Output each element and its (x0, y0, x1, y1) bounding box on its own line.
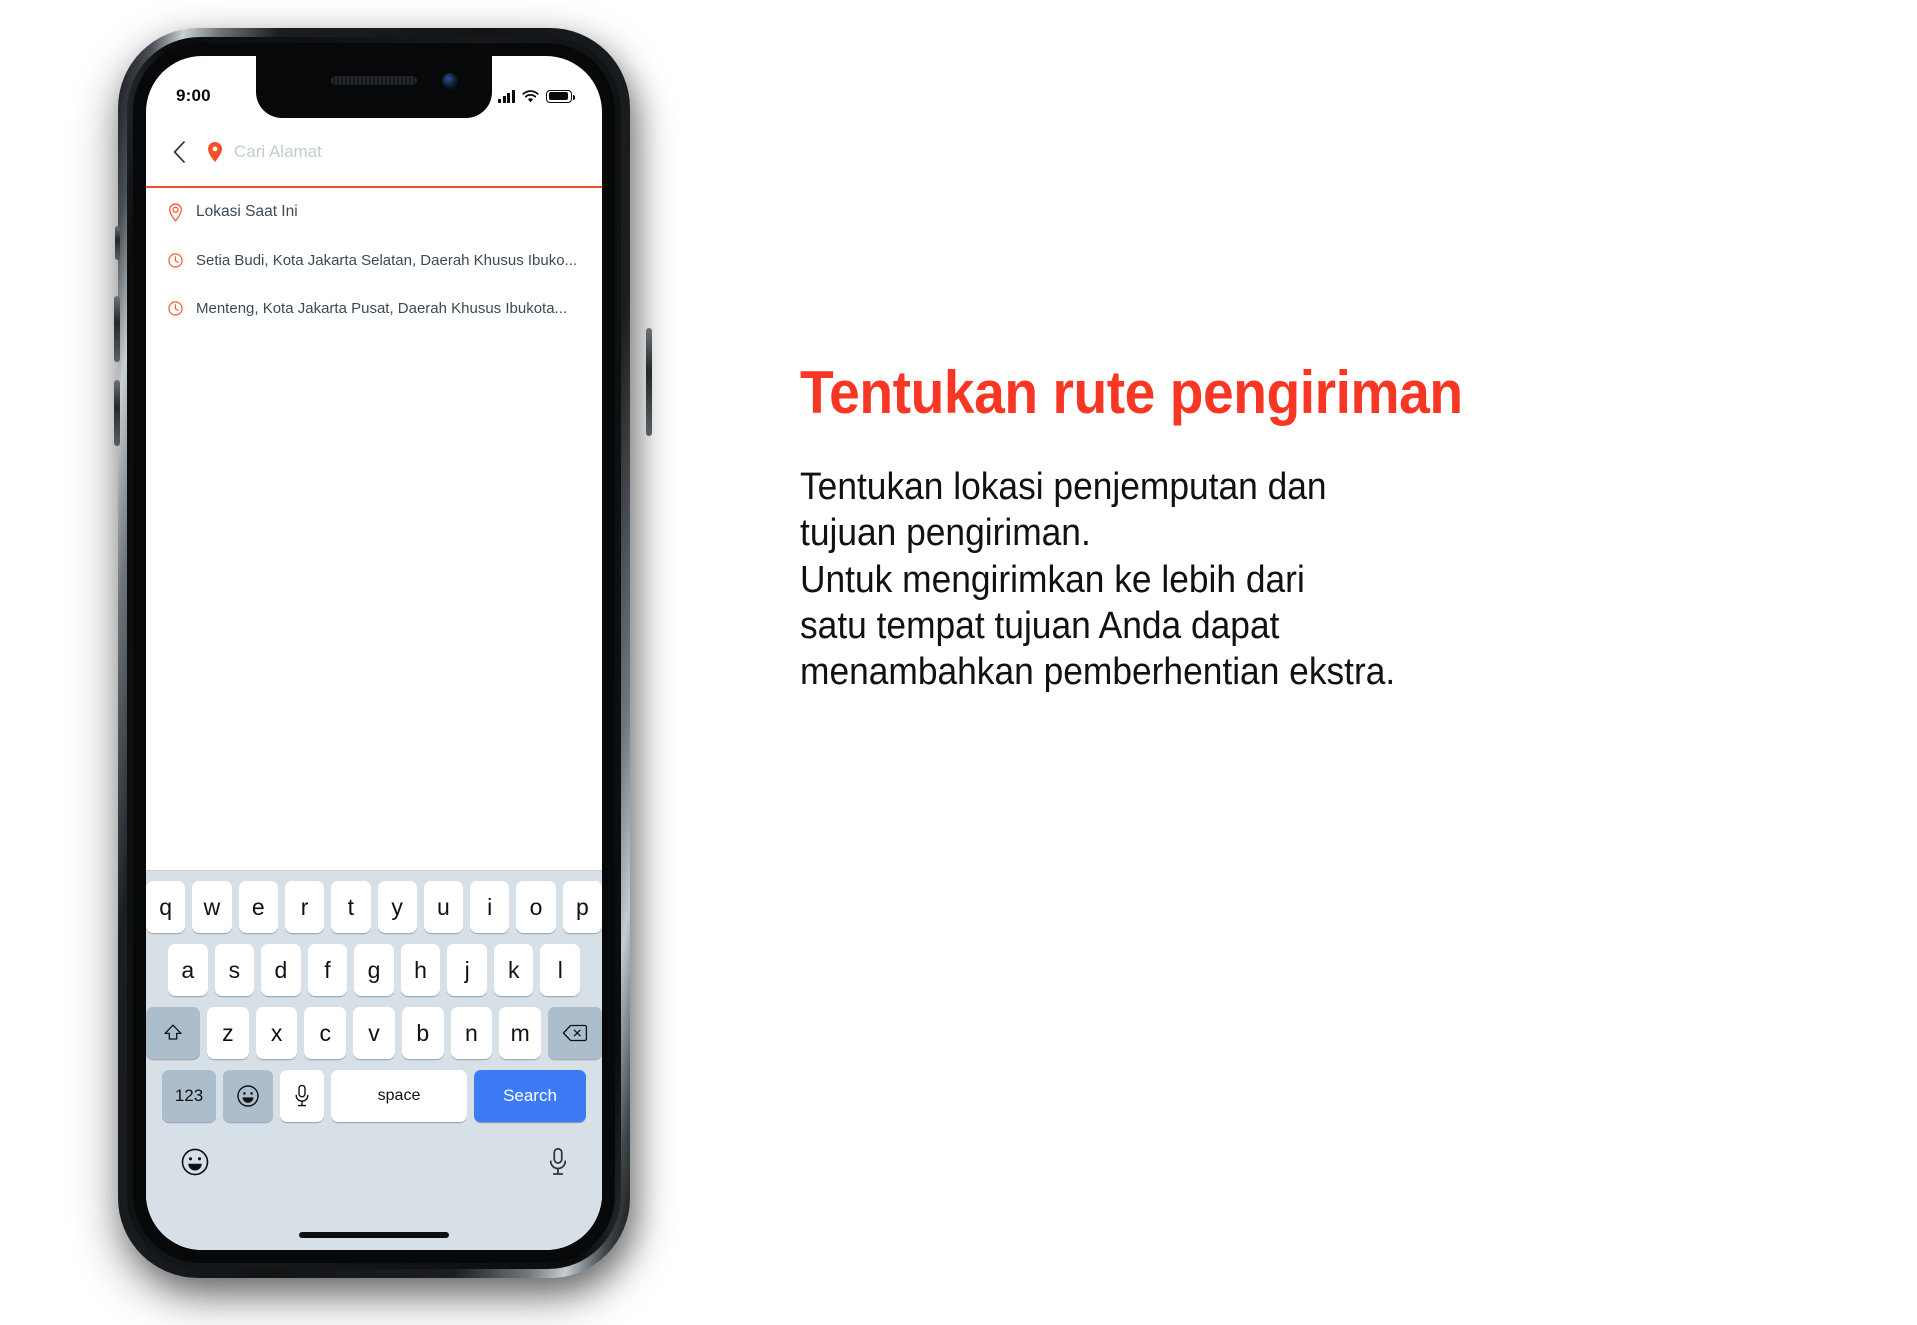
slide-canvas: 9:00 Cari Alamat Lokasi Saat Ini Setia B… (0, 0, 1917, 1325)
emoji-smiley-icon[interactable] (223, 1070, 273, 1122)
suggestion-history-2[interactable]: Menteng, Kota Jakarta Pusat, Daerah Khus… (146, 284, 602, 332)
key-v[interactable]: v (353, 1007, 395, 1059)
search-key[interactable]: Search (474, 1070, 586, 1122)
location-pin-outline-icon (166, 202, 184, 222)
key-x[interactable]: x (255, 1007, 298, 1059)
key-u[interactable]: u (423, 881, 464, 933)
space-key[interactable]: space (331, 1070, 467, 1122)
power-button[interactable] (646, 328, 652, 436)
key-l[interactable]: l (540, 944, 581, 996)
description-line: menambahkan pemberhentian ekstra. (800, 651, 1396, 694)
key-a[interactable]: a (167, 944, 208, 996)
suggestion-label: Lokasi Saat Ini (196, 203, 298, 220)
key-t[interactable]: t (331, 881, 371, 933)
microphone-icon[interactable] (280, 1070, 324, 1122)
keyboard-row-1: q w e r t y u i o p (146, 881, 602, 933)
search-input[interactable] (234, 142, 584, 162)
key-b[interactable]: b (401, 1007, 444, 1059)
back-chevron-icon[interactable] (164, 137, 194, 167)
key-s[interactable]: s (214, 944, 255, 996)
key-y[interactable]: y (377, 881, 417, 933)
map-pin-icon (208, 142, 222, 162)
emoji-smiley-icon[interactable] (180, 1147, 210, 1182)
status-icons (498, 72, 576, 103)
backspace-delete-icon[interactable] (548, 1007, 602, 1059)
display-notch (256, 56, 492, 118)
key-f[interactable]: f (307, 944, 348, 996)
key-e[interactable]: e (238, 881, 278, 933)
shift-arrow-icon[interactable] (146, 1007, 200, 1059)
keyboard-row-4: 123 space Search (146, 1070, 602, 1122)
mute-switch[interactable] (115, 226, 120, 260)
microphone-icon[interactable] (548, 1147, 568, 1182)
key-p[interactable]: p (562, 881, 602, 933)
description-panel: Tentukan rute pengiriman Tentukan lokasi… (800, 360, 1890, 696)
page-title: Tentukan rute pengiriman (800, 359, 1463, 426)
description-line: Tentukan lokasi penjemputan dan (800, 466, 1327, 508)
numbers-key[interactable]: 123 (162, 1070, 216, 1122)
search-header (146, 118, 602, 186)
home-indicator[interactable] (299, 1232, 449, 1238)
suggestion-label: Setia Budi, Kota Jakarta Selatan, Daerah… (196, 251, 578, 269)
cellular-signal-icon (498, 89, 515, 103)
key-o[interactable]: o (516, 881, 556, 933)
key-q[interactable]: q (146, 881, 186, 933)
phone-screen: 9:00 Cari Alamat Lokasi Saat Ini Setia B… (146, 56, 602, 1250)
suggestion-current-location[interactable]: Lokasi Saat Ini (146, 188, 602, 236)
key-n[interactable]: n (450, 1007, 493, 1059)
onscreen-keyboard: q w e r t y u i o p a s d f g h j k l z … (146, 870, 602, 1250)
battery-full-icon (546, 89, 576, 103)
key-r[interactable]: r (284, 881, 325, 933)
key-w[interactable]: w (192, 881, 232, 933)
history-clock-icon (166, 251, 184, 269)
description-text: Tentukan lokasi penjemputan dan tujuan p… (800, 464, 1814, 696)
key-d[interactable]: d (261, 944, 301, 996)
keyboard-row-2: a s d f g h j k l (146, 944, 602, 996)
suggestion-list: Lokasi Saat Ini Setia Budi, Kota Jakarta… (146, 188, 602, 332)
history-clock-icon (166, 299, 184, 317)
app-content: Lokasi Saat Ini Setia Budi, Kota Jakarta… (146, 118, 602, 1250)
key-g[interactable]: g (354, 944, 394, 996)
description-line: satu tempat tujuan Anda dapat (800, 605, 1280, 648)
key-z[interactable]: z (206, 1007, 249, 1059)
suggestion-history-1[interactable]: Setia Budi, Kota Jakarta Selatan, Daerah… (146, 236, 602, 284)
volume-up-button[interactable] (114, 296, 120, 362)
wifi-icon (522, 89, 539, 103)
key-k[interactable]: k (493, 944, 534, 996)
key-h[interactable]: h (400, 944, 441, 996)
key-m[interactable]: m (499, 1007, 542, 1059)
earpiece-speaker (331, 76, 417, 85)
description-line: tujuan pengiriman. (800, 512, 1091, 555)
keyboard-row-3: z x c v b n m (146, 1007, 602, 1059)
key-i[interactable]: i (470, 881, 510, 933)
keyboard-bottom-bar (146, 1133, 602, 1182)
suggestion-label: Menteng, Kota Jakarta Pusat, Daerah Khus… (196, 299, 568, 317)
volume-down-button[interactable] (114, 380, 120, 446)
key-j[interactable]: j (447, 944, 487, 996)
key-c[interactable]: c (304, 1007, 347, 1059)
phone-mockup: 9:00 Cari Alamat Lokasi Saat Ini Setia B… (114, 28, 652, 1298)
status-time: 9:00 (176, 86, 211, 105)
front-camera (442, 73, 458, 89)
description-line: Untuk mengirimkan ke lebih dari (800, 558, 1305, 601)
